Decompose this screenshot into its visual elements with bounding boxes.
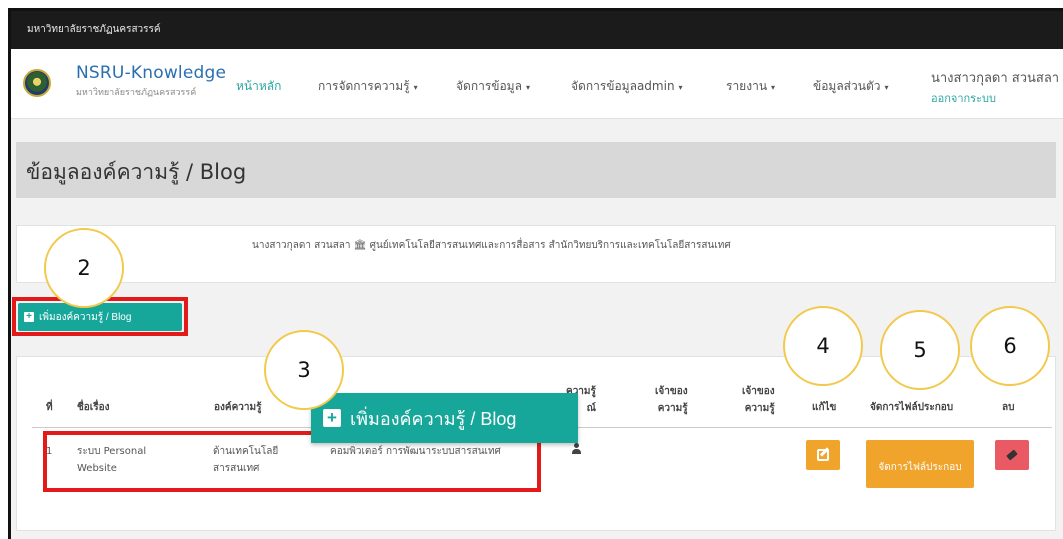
university-seal-icon[interactable] [23,69,51,97]
callout-5: 5 [880,310,960,390]
page-title: ข้อมูลองค์ความรู้ / Blog [26,160,247,184]
chevron-down-icon: ▾ [678,83,683,92]
nav-personal-info[interactable]: ข้อมูลส่วนตัว ▾ [813,77,889,96]
edit-button[interactable] [806,440,840,470]
nav-label: รายงาน [726,79,768,93]
delete-button[interactable] [995,440,1029,470]
nav-label: การจัดการความรู้ [318,79,410,93]
navbar: NSRU-Knowledge มหาวิทยาลัยราชภัฏนครสวรรค… [11,49,1063,119]
edit-icon [817,449,829,461]
col-header-owner-a-line1: เจ้าของ [655,386,688,397]
chevron-down-icon: ▾ [771,83,776,92]
col-header-edit: แก้ไข [812,402,837,413]
col-header-title: ชื่อเรื่อง [77,402,110,413]
nav-label: จัดการข้อมูลadmin [571,79,675,93]
callout-6: 6 [970,306,1050,386]
add-knowledge-button-zoomed[interactable]: + เพิ่มองค์ความรู้ / Blog [311,393,578,443]
page-header: ข้อมูลองค์ความรู้ / Blog [16,142,1056,198]
university-name: มหาวิทยาลัยราชภัฏนครสวรรค์ [27,24,161,35]
col-header-delete: ลบ [1002,402,1015,413]
col-header-owner-b-line2: ความรู้ [744,403,775,414]
logout-link[interactable]: ออกจากระบบ [931,89,996,107]
top-banner: มหาวิทยาลัยราชภัฏนครสวรรค์ [11,11,1063,49]
callout-3: 3 [264,330,344,410]
nav-admin-data[interactable]: จัดการข้อมูลadmin ▾ [571,77,683,96]
col-header-files: จัดการไฟล์ประกอบ [870,402,954,413]
col-header-no: ที่ [46,402,53,413]
nav-knowledge-management[interactable]: การจัดการความรู้ ▾ [318,77,418,96]
manage-files-button[interactable]: จัดการไฟล์ประกอบ [866,440,974,488]
col-header-owner-a: เจ้าของ ความรู้ [655,383,688,417]
col-header-owner-b: เจ้าของ ความรู้ [742,383,775,417]
callout-2: 2 [44,228,124,308]
nav-label: ข้อมูลส่วนตัว [813,79,881,93]
owner-info-panel: นางสาวกุลดา สวนสลา 🏛 ศูนย์เทคโนโลยีสารสน… [16,225,1056,283]
person-icon [571,443,581,455]
plus-square-icon: + [323,409,341,427]
add-knowledge-zoomed-label: เพิ่มองค์ความรู้ / Blog [350,408,517,429]
owner-info-text: นางสาวกุลดา สวนสลา 🏛 ศูนย์เทคโนโลยีสารสน… [252,240,731,251]
col-header-knowledge: องค์ความรู้ [214,402,262,413]
brand-subtitle: มหาวิทยาลัยราชภัฏนครสวรรค์ [76,88,197,98]
chevron-down-icon: ▾ [884,83,889,92]
nav-reports[interactable]: รายงาน ▾ [726,77,775,96]
eraser-icon [1006,449,1018,461]
nav-home[interactable]: หน้าหลัก [236,77,281,96]
chevron-down-icon: ▾ [413,83,418,92]
callout-4: 4 [783,306,863,386]
brand-name[interactable]: NSRU-Knowledge [76,63,226,83]
nav-data-management[interactable]: จัดการข้อมูล ▾ [456,77,530,96]
col-header-owner-a-line2: ความรู้ [657,403,688,414]
user-name: นางสาวกุลดา สวนสลา [931,71,1060,86]
brand[interactable]: NSRU-Knowledge มหาวิทยาลัยราชภัฏนครสวรรค… [76,63,226,99]
chevron-down-icon: ▾ [525,83,530,92]
col-header-owner-b-line1: เจ้าของ [742,386,775,397]
nav-label: จัดการข้อมูล [456,79,522,93]
nav-label: หน้าหลัก [236,79,282,93]
